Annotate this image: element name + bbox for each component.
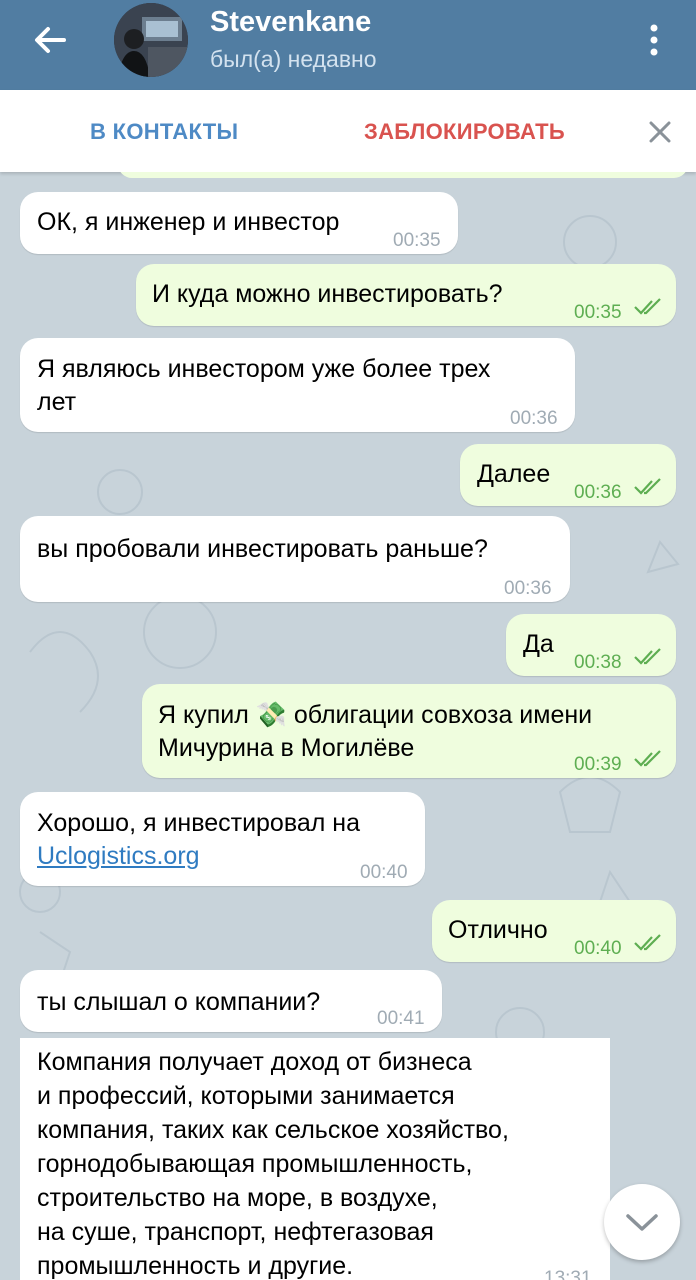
message-text-line: Я купил 💸 облигации совхоза имени bbox=[158, 699, 592, 732]
message-time: 00:40 bbox=[360, 862, 408, 883]
double-check-icon bbox=[634, 934, 661, 951]
more-menu-button[interactable] bbox=[636, 18, 672, 62]
message-outgoing[interactable]: Да 00:38 bbox=[506, 614, 676, 676]
avatar[interactable] bbox=[114, 3, 188, 77]
message-text-part: Я купил bbox=[158, 701, 249, 729]
message-time: 00:39 bbox=[574, 754, 622, 775]
message-time: 00:36 bbox=[504, 578, 552, 599]
message-text: Далее bbox=[477, 460, 551, 488]
message-outgoing[interactable]: Отлично 00:40 bbox=[432, 900, 676, 962]
message-text-line: строительство на море, в воздухе, bbox=[37, 1184, 438, 1212]
chevron-down-icon bbox=[626, 1214, 658, 1231]
message-text: вы пробовали инвестировать раньше? bbox=[37, 535, 488, 563]
back-button[interactable] bbox=[26, 20, 74, 60]
message-incoming[interactable]: ОК, я инженер и инвестор 00:35 bbox=[20, 192, 458, 254]
message-text-line: Я являюсь инвестором уже более трех bbox=[37, 355, 491, 383]
message-text-line: Мичурина в Могилёве bbox=[158, 734, 415, 762]
close-icon bbox=[649, 121, 671, 143]
message-text-line: Компания получает доход от бизнеса bbox=[37, 1048, 472, 1076]
double-check-icon bbox=[634, 298, 661, 315]
message-time: 00:40 bbox=[574, 938, 622, 959]
previous-message-tail bbox=[118, 172, 688, 178]
message-time: 00:36 bbox=[510, 408, 558, 429]
close-action-bar-button[interactable] bbox=[646, 118, 674, 146]
message-incoming[interactable]: вы пробовали инвестировать раньше? 00:36 bbox=[20, 516, 570, 602]
message-text: Да bbox=[523, 630, 554, 658]
message-text-line: горнодобывающая промышленность, bbox=[37, 1150, 473, 1178]
message-list[interactable]: ОК, я инженер и инвестор 00:35 И куда мо… bbox=[0, 172, 696, 1280]
message-outgoing[interactable]: И куда можно инвестировать? 00:35 bbox=[136, 264, 676, 326]
chat-title[interactable]: Stevenkane bbox=[210, 6, 371, 39]
message-text: Отлично bbox=[448, 916, 548, 944]
message-text-line: промышленность и другие. bbox=[37, 1252, 354, 1280]
message-text-line: лет bbox=[37, 388, 77, 416]
money-emoji-icon: 💸 bbox=[255, 701, 287, 729]
message-outgoing[interactable]: Далее 00:36 bbox=[460, 444, 676, 506]
message-time: 00:38 bbox=[574, 652, 622, 673]
double-check-icon bbox=[634, 750, 661, 767]
message-text: ОК, я инженер и инвестор bbox=[37, 208, 340, 236]
message-text-line: Хорошо, я инвестировал на bbox=[37, 809, 360, 837]
message-text-line: на суше, транспорт, нефтегазовая bbox=[37, 1218, 434, 1246]
message-text-part: облигации совхоза имени bbox=[293, 701, 593, 729]
block-user-button[interactable]: ЗАБЛОКИРОВАТЬ bbox=[364, 119, 565, 145]
chat-status: был(а) недавно bbox=[210, 46, 377, 72]
message-time: 00:35 bbox=[393, 230, 441, 251]
message-incoming[interactable]: ты слышал о компании? 00:41 bbox=[20, 970, 442, 1032]
message-text-line: компания, таких как сельское хозяйство, bbox=[37, 1116, 509, 1144]
message-incoming[interactable]: Я являюсь инвестором уже более трех лет … bbox=[20, 338, 575, 432]
message-time: 00:35 bbox=[574, 302, 622, 323]
message-outgoing[interactable]: Я купил 💸 облигации совхоза имени Мичури… bbox=[142, 684, 676, 778]
contact-action-bar: В КОНТАКТЫ ЗАБЛОКИРОВАТЬ bbox=[0, 90, 696, 172]
back-arrow-icon bbox=[35, 27, 66, 53]
double-check-icon bbox=[634, 478, 661, 495]
message-incoming[interactable]: Компания получает доход от бизнеса и про… bbox=[20, 1038, 610, 1280]
double-check-icon bbox=[634, 648, 661, 665]
message-text: И куда можно инвестировать? bbox=[152, 280, 503, 308]
message-incoming[interactable]: Хорошо, я инвестировал на Uclogistics.or… bbox=[20, 792, 425, 886]
message-time: 00:41 bbox=[377, 1008, 425, 1029]
chat-header: Stevenkane был(а) недавно bbox=[0, 0, 696, 90]
scroll-to-bottom-button[interactable] bbox=[604, 1184, 680, 1260]
add-contact-button[interactable]: В КОНТАКТЫ bbox=[90, 119, 238, 145]
message-text-line: и профессий, которыми занимается bbox=[37, 1082, 455, 1110]
message-text: ты слышал о компании? bbox=[37, 988, 321, 1016]
message-time: 13:31 bbox=[544, 1268, 592, 1280]
message-link[interactable]: Uclogistics.org bbox=[37, 840, 200, 873]
message-time: 00:36 bbox=[574, 482, 622, 503]
more-vertical-icon bbox=[650, 24, 658, 56]
